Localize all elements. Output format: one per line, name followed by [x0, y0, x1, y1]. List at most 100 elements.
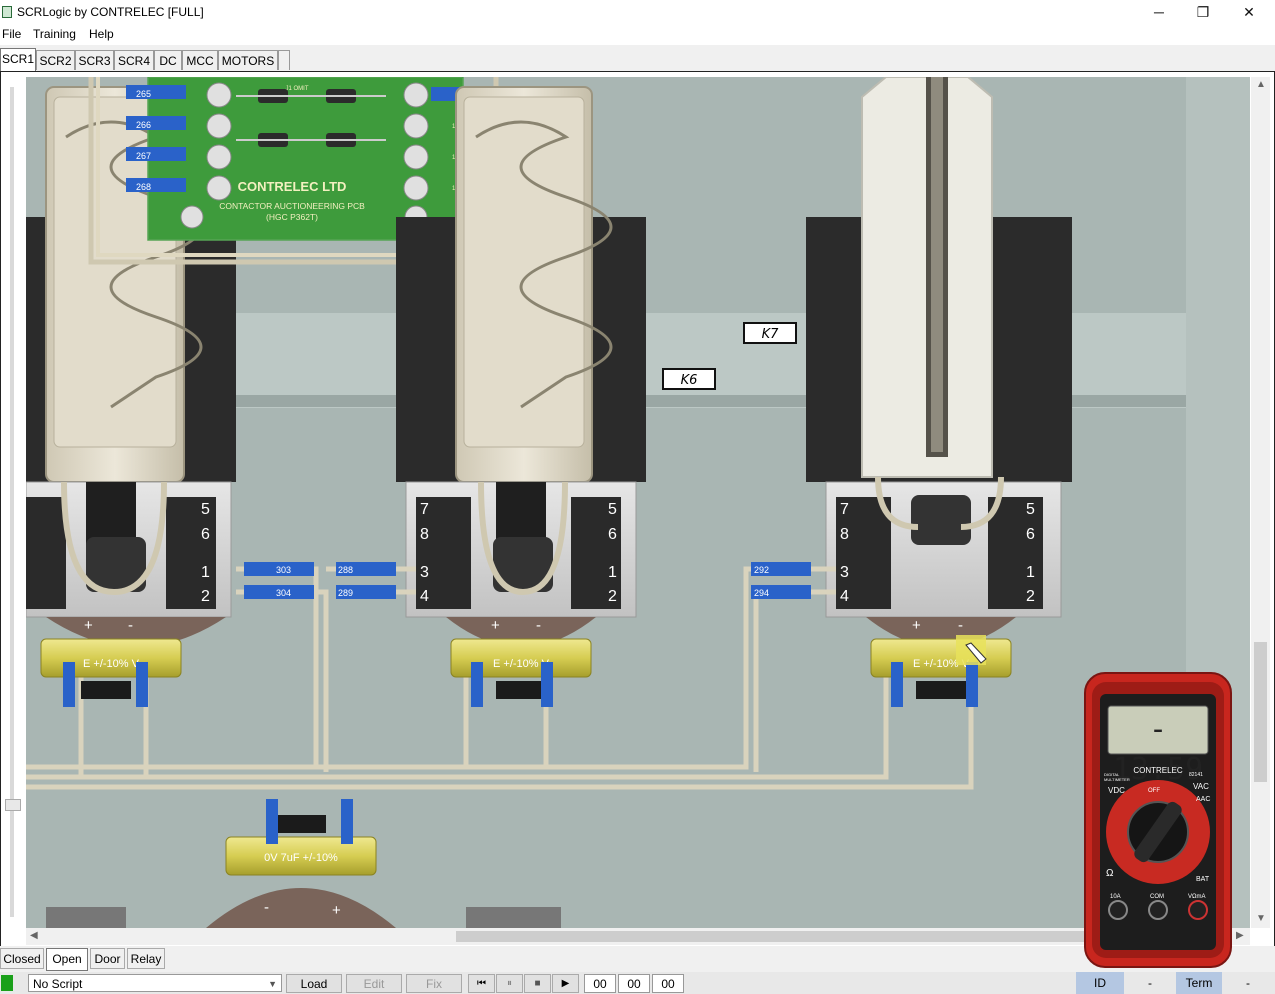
terminal-mid-3: 3 [420, 564, 429, 581]
vertical-scroll-thumb[interactable] [1254, 642, 1267, 782]
view-tab-door[interactable]: Door [90, 948, 125, 969]
polarity-plus-3: + [912, 617, 921, 634]
pcb-part-number: (HGC P362T) [266, 212, 318, 222]
view-tab-relay[interactable]: Relay [127, 948, 165, 969]
wire-tag-267: 267 [136, 151, 151, 161]
multimeter[interactable]: - 13.59 CONTRELEC 82141 DIGITAL MULTIMET… [1084, 672, 1232, 968]
terminal-mid-6: 6 [608, 526, 617, 543]
polarity-minus-3: - [958, 617, 963, 634]
app-icon [2, 6, 12, 18]
polarity-minus-1: - [128, 617, 133, 634]
terminal-right-4: 4 [840, 588, 849, 605]
dial-aac: AAC [1196, 796, 1211, 803]
wire-tag-265: 265 [136, 89, 151, 99]
dial-ohms: Ω [1106, 868, 1114, 879]
timer-seconds[interactable]: 00 [652, 974, 684, 993]
status-bar: No Script ▼ Load Edit Fix ⏮ ⏸ ■ ▶ 00 00 … [0, 972, 1275, 994]
tab-dc[interactable]: DC [154, 50, 182, 70]
load-button[interactable]: Load [286, 974, 342, 993]
tab-scr3[interactable]: SCR3 [75, 50, 114, 70]
zoom-slider-thumb[interactable] [5, 799, 21, 811]
jack-10a[interactable]: 10A [1110, 894, 1121, 900]
id-value: - [1148, 976, 1152, 990]
pcb-title: CONTRELEC LTD [238, 179, 347, 194]
rewind-button[interactable]: ⏮ [468, 974, 495, 993]
label-k7: K7 [762, 327, 780, 342]
horizontal-scrollbar[interactable]: ◀ ▶ [26, 928, 1250, 945]
terminal-rail-left [46, 907, 126, 928]
terminal-right-8: 8 [840, 526, 849, 543]
terminal-left-2: 2 [201, 588, 210, 605]
terminal-mid-1: 1 [608, 564, 617, 581]
stop-button[interactable]: ■ [524, 974, 551, 993]
dial-bat: BAT [1196, 876, 1210, 883]
terminal-right-7: 7 [840, 501, 849, 518]
pcb-jumper-label: J1 OMIT [285, 86, 308, 92]
status-indicator [1, 975, 13, 991]
capacitor-c1-label: E +/-10% V [83, 658, 140, 670]
terminal-left-6: 6 [201, 526, 210, 543]
wire-tag-294: 294 [754, 588, 769, 598]
script-select[interactable]: No Script ▼ [28, 974, 282, 992]
jack-com[interactable]: COM [1150, 894, 1164, 900]
fix-button[interactable]: Fix [406, 974, 462, 993]
tab-scr2[interactable]: SCR2 [36, 50, 75, 70]
edit-button[interactable]: Edit [346, 974, 402, 993]
pcb-subtitle: CONTACTOR AUCTIONEERING PCB [219, 201, 365, 211]
terminal-rail-right [466, 907, 561, 928]
timer-minutes[interactable]: 00 [618, 974, 650, 993]
id-label: ID [1076, 972, 1124, 994]
terminal-right-2: 2 [1026, 588, 1035, 605]
terminal-left-5: 5 [201, 501, 210, 518]
minimize-button[interactable]: ─ [1136, 0, 1182, 25]
wire-tag-268: 268 [136, 182, 151, 192]
scroll-down-arrow-icon[interactable]: ▼ [1256, 913, 1266, 924]
vertical-scrollbar[interactable]: ▲ ▼ [1251, 77, 1270, 928]
term-value: - [1246, 976, 1250, 990]
scroll-right-arrow-icon[interactable]: ▶ [1236, 930, 1244, 941]
polarity-plus-2: + [491, 617, 500, 634]
multimeter-model: 82141 [1189, 772, 1203, 778]
script-select-value: No Script [33, 977, 83, 991]
terminal-left-1: 1 [201, 564, 210, 581]
tab-scr4[interactable]: SCR4 [114, 50, 154, 70]
menu-file[interactable]: File [2, 27, 21, 41]
chevron-down-icon: ▼ [268, 979, 277, 989]
timer-hours[interactable]: 00 [584, 974, 616, 993]
close-button[interactable]: ✕ [1226, 0, 1272, 25]
terminal-mid-2: 2 [608, 588, 617, 605]
wire-tag-288: 288 [338, 565, 353, 575]
horizontal-scroll-thumb[interactable] [456, 931, 1156, 942]
tab-motors[interactable]: MOTORS [218, 50, 278, 70]
terminal-right-6: 6 [1026, 526, 1035, 543]
menu-help[interactable]: Help [89, 27, 114, 41]
wire-tag-304: 304 [276, 588, 291, 598]
wire-tag-292: 292 [754, 565, 769, 575]
tab-mcc[interactable]: MCC [182, 50, 218, 70]
scroll-left-arrow-icon[interactable]: ◀ [30, 930, 38, 941]
view-tab-open[interactable]: Open [46, 948, 88, 971]
window-title: SCRLogic by CONTRELEC [FULL] [17, 5, 204, 19]
maximize-button[interactable]: ❐ [1180, 0, 1226, 25]
label-k6: K6 [681, 373, 698, 388]
dial-vac: VAC [1193, 782, 1209, 791]
terminal-mid-4: 4 [420, 588, 429, 605]
wire-tag-289: 289 [338, 588, 353, 598]
terminal-right-1: 1 [1026, 564, 1035, 581]
polarity-minus-2: - [536, 617, 541, 634]
terminal-mid-5: 5 [608, 501, 617, 518]
zoom-slider[interactable] [1, 72, 25, 946]
polarity-plus-1: + [84, 617, 93, 634]
scroll-up-arrow-icon[interactable]: ▲ [1256, 79, 1266, 90]
terminal-right-5: 5 [1026, 501, 1035, 518]
menu-training[interactable]: Training [33, 27, 76, 41]
schematic-canvas[interactable]: CONTRELEC LTD CONTACTOR AUCTIONEERING PC… [26, 77, 1250, 928]
pause-button[interactable]: ⏸ [496, 974, 523, 993]
polarity-minus-4: - [264, 899, 269, 916]
view-tab-closed[interactable]: Closed [0, 948, 44, 969]
play-button[interactable]: ▶ [552, 974, 579, 993]
tab-scr1[interactable]: SCR1 [0, 48, 36, 71]
jack-vohm-ma[interactable]: VΩmA [1188, 894, 1206, 900]
term-label: Term [1176, 972, 1222, 994]
multimeter-dial[interactable] [1128, 802, 1188, 862]
